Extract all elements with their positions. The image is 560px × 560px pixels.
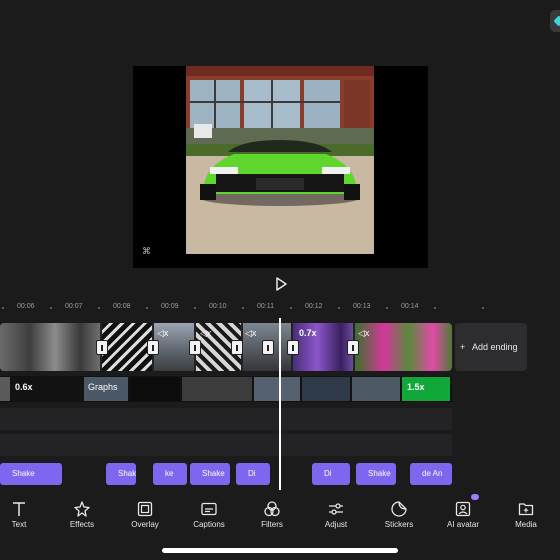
overlay-speed-badge[interactable]: 0.6x: [15, 382, 33, 392]
home-indicator[interactable]: [162, 548, 398, 553]
tick-label: 00:10: [209, 303, 227, 310]
toolbar-label: Text: [11, 520, 27, 529]
effect-clip[interactable]: Di: [312, 463, 350, 485]
overlay-clip[interactable]: [130, 377, 180, 401]
media-icon: [518, 503, 534, 516]
effect-clip[interactable]: Di: [236, 463, 270, 485]
ai-avatar-tool-button[interactable]: AI avatar: [433, 495, 493, 539]
text-tool-button[interactable]: Text: [0, 495, 49, 539]
new-badge-icon: [471, 494, 479, 500]
filters-icon: [264, 501, 280, 517]
effect-clip[interactable]: Shake: [356, 463, 396, 485]
add-ending-label: Add ending: [472, 342, 518, 352]
overlay-clip[interactable]: [0, 377, 10, 401]
media-tool-button[interactable]: Media: [496, 495, 556, 539]
effects-tool-button[interactable]: Effects: [52, 495, 112, 539]
video-clip[interactable]: [355, 323, 452, 371]
transition-marker[interactable]: [189, 340, 201, 355]
effect-clip[interactable]: Shake: [0, 463, 62, 485]
mute-icon[interactable]: ◁x: [245, 328, 256, 339]
graphs-label: Graphs: [88, 382, 118, 392]
effect-clip[interactable]: ke: [153, 463, 187, 485]
play-icon: [276, 277, 287, 291]
effect-clip[interactable]: Shake: [106, 463, 136, 485]
overlay-track[interactable]: 0.6x Graphs 1.5x: [0, 376, 452, 402]
tick-label: 00:13: [353, 303, 371, 310]
effect-clip[interactable]: Shake: [190, 463, 230, 485]
tick-label: 00:08: [113, 303, 131, 310]
stickers-icon: [391, 501, 407, 517]
bottom-toolbar: Text Effects Overlay Captions Filters Ad…: [0, 495, 560, 539]
main-video-track[interactable]: ◁x ◁x ◁x 0.7x ◁x: [0, 323, 452, 371]
toolbar-label: Adjust: [324, 520, 348, 529]
plus-icon: +: [460, 342, 466, 352]
tick-label: 00:12: [305, 303, 323, 310]
toolbar-label: Stickers: [384, 520, 414, 529]
overlay-speed-badge[interactable]: 1.5x: [407, 382, 425, 392]
captions-icon: [201, 502, 217, 516]
watermark-icon: ⌘: [142, 246, 151, 256]
timeline-ruler[interactable]: 00:06 00:07 00:08 00:09 00:10 00:11 00:1…: [0, 300, 560, 316]
ai-avatar-icon: [455, 501, 471, 517]
transition-marker[interactable]: [262, 340, 274, 355]
transition-marker[interactable]: [231, 340, 243, 355]
tick-label: 00:14: [401, 303, 419, 310]
toolbar-label: Captions: [193, 520, 225, 529]
overlay-tool-button[interactable]: Overlay: [115, 495, 175, 539]
effect-clip[interactable]: de An: [410, 463, 452, 485]
captions-tool-button[interactable]: Captions: [179, 495, 239, 539]
overlay-clip[interactable]: [254, 377, 300, 401]
video-clip[interactable]: [0, 323, 100, 371]
transition-marker[interactable]: [96, 340, 108, 355]
mute-icon[interactable]: ◁x: [200, 328, 211, 339]
video-preview: ⌘: [133, 66, 428, 268]
empty-track-lane[interactable]: [0, 434, 452, 456]
text-icon: [13, 502, 25, 516]
toolbar-label: Effects: [69, 520, 95, 529]
toolbar-label: Overlay: [131, 520, 159, 529]
play-button[interactable]: [273, 276, 289, 292]
overlay-icon: [137, 501, 153, 517]
mute-icon[interactable]: ◁x: [157, 328, 168, 339]
tick-label: 00:06: [17, 303, 35, 310]
speed-badge[interactable]: 0.7x: [299, 328, 317, 338]
toolbar-label: Filters: [261, 520, 283, 529]
stickers-tool-button[interactable]: Stickers: [369, 495, 429, 539]
tick-label: 00:07: [65, 303, 83, 310]
effects-icon: [74, 501, 90, 517]
toolbar-label: Media: [515, 520, 537, 529]
mute-icon[interactable]: ◁x: [358, 328, 369, 339]
tick-label: 00:11: [257, 303, 274, 310]
video-clip[interactable]: [102, 323, 152, 371]
tick-label: 00:09: [161, 303, 179, 310]
filters-tool-button[interactable]: Filters: [242, 495, 302, 539]
adjust-tool-button[interactable]: Adjust: [306, 495, 366, 539]
preview-frame: [186, 66, 374, 254]
toolbar-label: AI avatar: [446, 520, 479, 529]
transition-marker[interactable]: [287, 340, 299, 355]
playhead[interactable]: [279, 318, 281, 490]
add-ending-button[interactable]: + Add ending: [455, 323, 527, 371]
overlay-clip[interactable]: [352, 377, 400, 401]
overlay-clip[interactable]: [182, 377, 252, 401]
empty-track-lane[interactable]: [0, 408, 452, 430]
adjust-icon: [329, 503, 343, 515]
corner-toggle-button[interactable]: [550, 10, 560, 32]
transition-marker[interactable]: [347, 340, 359, 355]
overlay-clip[interactable]: [302, 377, 350, 401]
transition-marker[interactable]: [147, 340, 159, 355]
